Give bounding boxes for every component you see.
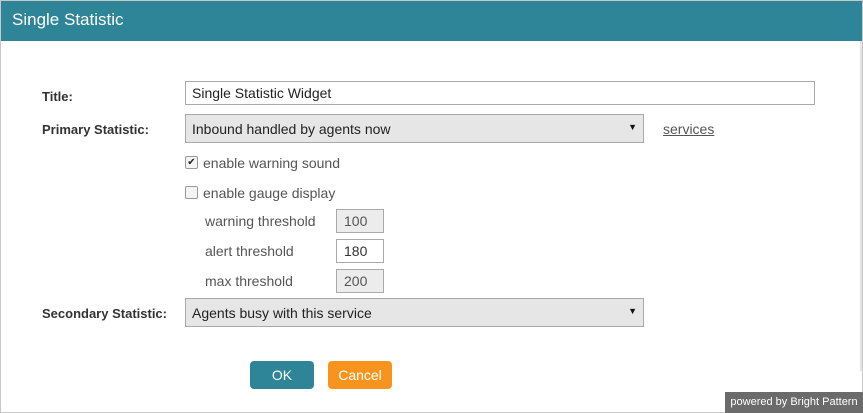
warning-threshold-label: warning threshold [205, 213, 316, 229]
title-input[interactable] [185, 81, 815, 105]
secondary-statistic-label: Secondary Statistic: [42, 306, 167, 321]
alert-threshold-input[interactable]: 180 [336, 239, 384, 263]
warning-sound-label: enable warning sound [203, 155, 340, 171]
gauge-display-row[interactable]: enable gauge display [185, 185, 385, 203]
dialog-titlebar: Single Statistic [1, 1, 862, 41]
max-threshold-input[interactable]: 200 [336, 269, 384, 293]
gauge-display-label: enable gauge display [203, 185, 336, 201]
max-threshold-label: max threshold [205, 273, 293, 289]
primary-statistic-label: Primary Statistic: [42, 122, 149, 137]
dialog: Single Statistic Title: Primary Statisti… [0, 0, 863, 413]
title-label: Title: [42, 89, 73, 104]
cancel-button[interactable]: Cancel [328, 361, 392, 389]
dialog-title: Single Statistic [12, 10, 124, 29]
secondary-statistic-value: Agents busy with this service [192, 305, 372, 321]
chevron-down-icon: ▼ [628, 306, 637, 316]
primary-statistic-select[interactable]: Inbound handled by agents now ▼ [185, 114, 644, 143]
chevron-down-icon: ▼ [628, 122, 637, 132]
services-link[interactable]: services [663, 121, 714, 137]
warning-sound-checkbox[interactable]: ✔ [185, 156, 198, 169]
primary-statistic-value: Inbound handled by agents now [192, 121, 391, 137]
alert-threshold-label: alert threshold [205, 243, 294, 259]
warning-threshold-input[interactable]: 100 [336, 209, 384, 233]
scrollbar[interactable] [860, 41, 862, 371]
secondary-statistic-select[interactable]: Agents busy with this service ▼ [185, 298, 644, 327]
gauge-display-checkbox[interactable] [185, 186, 198, 199]
ok-button[interactable]: OK [250, 361, 314, 389]
warning-sound-row[interactable]: ✔ enable warning sound [185, 155, 385, 173]
powered-by-badge: powered by Bright Pattern [725, 392, 863, 413]
